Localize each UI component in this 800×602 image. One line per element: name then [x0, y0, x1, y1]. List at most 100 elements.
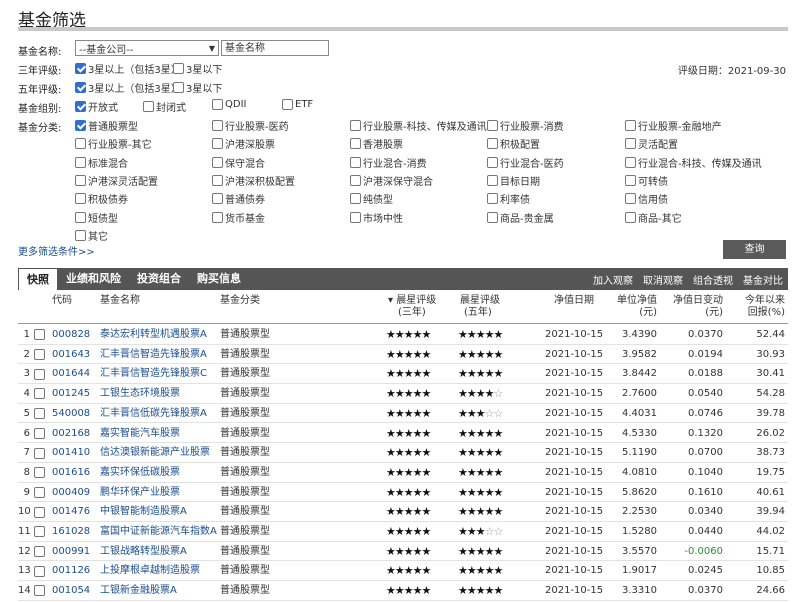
- checkbox-icon[interactable]: [75, 63, 86, 74]
- checkbox-icon[interactable]: [212, 211, 223, 223]
- checkbox-icon[interactable]: [487, 193, 498, 205]
- fund-code[interactable]: 001476: [52, 502, 90, 522]
- checkbox-icon[interactable]: [34, 447, 45, 459]
- category-option[interactable]: 积极债券: [75, 191, 128, 206]
- rating3-option[interactable]: 3星以下: [173, 61, 222, 76]
- fund-code[interactable]: 001616: [52, 463, 90, 483]
- add-watch-button[interactable]: 加入观察: [588, 272, 638, 287]
- category-option[interactable]: 沪港深股票: [212, 136, 275, 151]
- tab-snapshot[interactable]: 快照: [18, 268, 58, 290]
- row-checkbox[interactable]: [34, 424, 47, 444]
- category-option[interactable]: 行业混合-消费: [350, 155, 427, 170]
- fund-name[interactable]: 信达澳银新能源产业股票: [100, 443, 210, 463]
- fund-code[interactable]: 161028: [52, 522, 90, 542]
- fund-name[interactable]: 富国中证新能源汽车指数A: [100, 522, 217, 542]
- category-option[interactable]: 积极配置: [487, 136, 540, 151]
- query-button[interactable]: 查询: [723, 240, 786, 259]
- category-option[interactable]: 商品-贵金属: [487, 210, 554, 225]
- checkbox-icon[interactable]: [487, 138, 498, 150]
- checkbox-icon[interactable]: [34, 526, 45, 538]
- checkbox-icon[interactable]: [350, 211, 361, 223]
- fund-code[interactable]: 000409: [52, 483, 90, 503]
- fund-code[interactable]: 540008: [52, 404, 90, 424]
- fund-name[interactable]: 泰达宏利转型机遇股票A: [100, 325, 207, 345]
- category-option[interactable]: 纯债型: [350, 191, 393, 206]
- col-rating5[interactable]: 晨星评级: [460, 295, 500, 307]
- category-option[interactable]: 保守混合: [212, 155, 265, 170]
- category-option[interactable]: 市场中性: [350, 210, 403, 225]
- fund-name[interactable]: 汇丰晋信低碳先锋股票A: [100, 404, 207, 424]
- col-date[interactable]: 净值日期: [554, 295, 594, 307]
- category-option[interactable]: 沪港深积极配置: [212, 173, 295, 188]
- fund-name[interactable]: 鹏华环保产业股票: [100, 483, 180, 503]
- checkbox-icon[interactable]: [625, 193, 636, 205]
- checkbox-icon[interactable]: [34, 329, 45, 341]
- fund-code[interactable]: 001644: [52, 364, 90, 384]
- category-option[interactable]: 行业股票-科技、传媒及通讯: [350, 118, 487, 133]
- rating5-option[interactable]: 3星以上（包括3星）: [75, 80, 181, 95]
- tab-purchase-info[interactable]: 购买信息: [189, 268, 249, 290]
- fund-name[interactable]: 工银生态环境股票: [100, 384, 180, 404]
- fund-name[interactable]: 汇丰晋信智造先锋股票C: [100, 364, 207, 384]
- row-checkbox[interactable]: [34, 581, 47, 601]
- row-checkbox[interactable]: [34, 404, 47, 424]
- group-option[interactable]: 封闭式: [143, 99, 186, 114]
- checkbox-icon[interactable]: [487, 211, 498, 223]
- fund-name[interactable]: 嘉实环保低碳股票: [100, 463, 180, 483]
- checkbox-icon[interactable]: [350, 174, 361, 186]
- row-checkbox[interactable]: [34, 502, 47, 522]
- category-option[interactable]: 目标日期: [487, 173, 540, 188]
- checkbox-icon[interactable]: [487, 120, 498, 131]
- category-option[interactable]: 利率债: [487, 191, 530, 206]
- fund-compare-button[interactable]: 基金对比: [738, 272, 788, 287]
- category-option[interactable]: 行业股票-医药: [212, 118, 289, 133]
- remove-watch-button[interactable]: 取消观察: [638, 272, 688, 287]
- checkbox-icon[interactable]: [34, 427, 45, 439]
- fund-name[interactable]: 嘉实智能汽车股票: [100, 424, 180, 444]
- checkbox-icon[interactable]: [34, 349, 45, 361]
- checkbox-icon[interactable]: [625, 211, 636, 223]
- checkbox-icon[interactable]: [212, 138, 223, 150]
- rating5-option[interactable]: 3星以下: [173, 80, 222, 95]
- fund-name[interactable]: 上投摩根卓越制造股票: [100, 561, 200, 581]
- fund-name[interactable]: 汇丰晋信智造先锋股票A: [100, 345, 207, 365]
- fund-code[interactable]: 001054: [52, 581, 90, 601]
- checkbox-icon[interactable]: [34, 506, 45, 518]
- category-option[interactable]: 货币基金: [212, 210, 265, 225]
- col-rating3[interactable]: ▾ 晨星评级: [388, 295, 436, 307]
- category-option[interactable]: 行业混合-医药: [487, 155, 564, 170]
- fund-company-select[interactable]: --基金公司-- ▼: [75, 40, 219, 56]
- checkbox-icon[interactable]: [350, 120, 361, 131]
- category-option[interactable]: 普通债券: [212, 191, 265, 206]
- row-checkbox[interactable]: [34, 384, 47, 404]
- group-option[interactable]: 开放式: [75, 99, 118, 114]
- fund-name[interactable]: 中银智能制造股票A: [100, 502, 187, 522]
- checkbox-icon[interactable]: [173, 63, 184, 74]
- col-category[interactable]: 基金分类: [220, 295, 260, 307]
- portfolio-xray-button[interactable]: 组合透视: [688, 272, 738, 287]
- fund-name[interactable]: 工银新金融股票A: [100, 581, 177, 601]
- fund-code[interactable]: 001126: [52, 561, 90, 581]
- row-checkbox[interactable]: [34, 345, 47, 365]
- checkbox-icon[interactable]: [625, 174, 636, 186]
- checkbox-icon[interactable]: [212, 193, 223, 205]
- fund-code[interactable]: 002168: [52, 424, 90, 444]
- category-option[interactable]: 标准混合: [75, 155, 128, 170]
- checkbox-icon[interactable]: [34, 467, 45, 479]
- row-checkbox[interactable]: [34, 443, 47, 463]
- checkbox-icon[interactable]: [34, 565, 45, 577]
- checkbox-icon[interactable]: [75, 82, 86, 93]
- checkbox-icon[interactable]: [75, 229, 86, 241]
- group-option[interactable]: QDII: [212, 99, 246, 110]
- category-option[interactable]: 香港股票: [350, 136, 403, 151]
- checkbox-icon[interactable]: [625, 156, 636, 168]
- category-option[interactable]: 普通股票型: [75, 118, 138, 133]
- checkbox-icon[interactable]: [75, 174, 86, 186]
- fund-code[interactable]: 001410: [52, 443, 90, 463]
- category-option[interactable]: 其它: [75, 228, 108, 243]
- tab-performance-risk[interactable]: 业绩和风险: [58, 268, 129, 290]
- category-option[interactable]: 沪港深保守混合: [350, 173, 433, 188]
- checkbox-icon[interactable]: [282, 99, 293, 110]
- col-nav[interactable]: 单位净值: [617, 295, 657, 307]
- fund-code[interactable]: 000991: [52, 542, 90, 562]
